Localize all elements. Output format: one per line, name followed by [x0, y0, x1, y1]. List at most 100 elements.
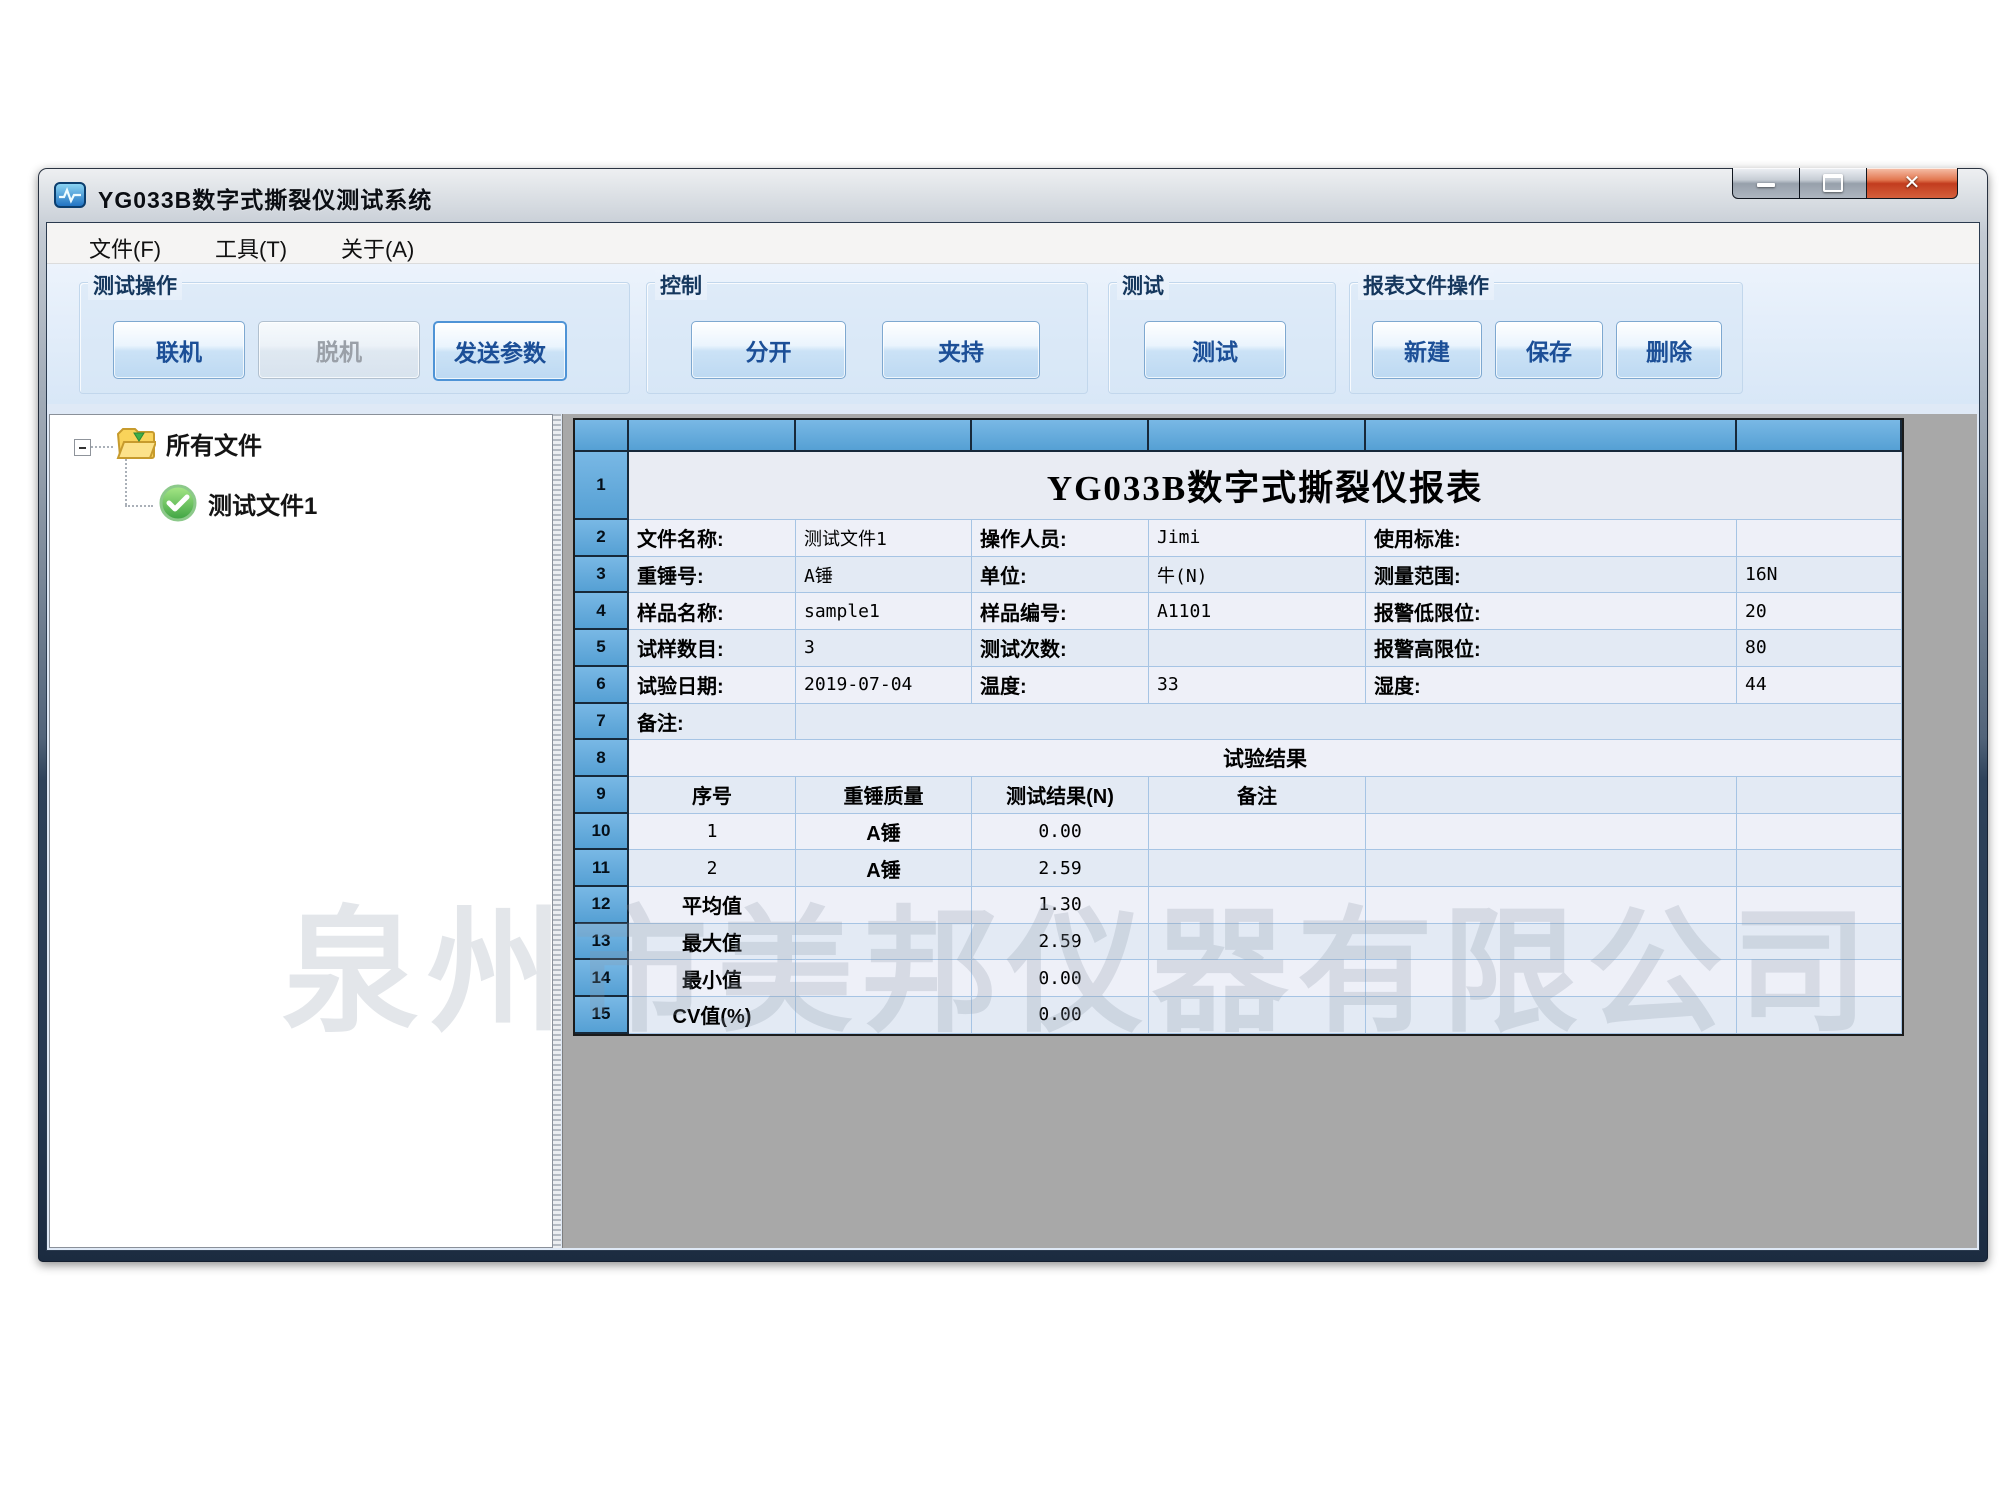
- result-empty-cell[interactable]: [1737, 814, 1902, 851]
- info-label-cell[interactable]: 操作人员:: [972, 520, 1149, 557]
- result-empty-cell[interactable]: [1366, 924, 1737, 961]
- result-cell[interactable]: 0.00: [972, 997, 1149, 1034]
- info-label-cell[interactable]: 报警低限位:: [1366, 593, 1737, 630]
- row-header-cell[interactable]: 15: [575, 997, 629, 1034]
- column-header-cell[interactable]: [1149, 420, 1366, 452]
- result-empty-cell[interactable]: [1366, 997, 1737, 1034]
- info-label-cell[interactable]: 样品名称:: [629, 593, 796, 630]
- menu-file[interactable]: 文件(F): [83, 230, 167, 266]
- result-empty-cell[interactable]: [1737, 887, 1902, 924]
- result-cell[interactable]: [796, 960, 972, 997]
- result-cell[interactable]: 平均值: [629, 887, 796, 924]
- minimize-button[interactable]: [1732, 168, 1800, 199]
- result-empty-cell[interactable]: [1737, 850, 1902, 887]
- row-header-cell[interactable]: 4: [575, 593, 629, 630]
- row-header-cell[interactable]: 14: [575, 960, 629, 997]
- result-cell[interactable]: [1149, 814, 1366, 851]
- row-header-cell[interactable]: 6: [575, 667, 629, 704]
- remark-label-cell[interactable]: 备注:: [629, 704, 796, 741]
- row-header-cell[interactable]: 11: [575, 850, 629, 887]
- row-header-cell[interactable]: 1: [575, 452, 629, 520]
- row-header-cell[interactable]: 10: [575, 814, 629, 851]
- tree-expander-icon[interactable]: [74, 439, 91, 456]
- info-value-cell[interactable]: 测试文件1: [796, 520, 972, 557]
- result-empty-cell[interactable]: [1366, 814, 1737, 851]
- row-header-cell[interactable]: 7: [575, 704, 629, 741]
- row-header-cell[interactable]: 8: [575, 740, 629, 777]
- result-column-header-cell[interactable]: 备注: [1149, 777, 1366, 814]
- info-label-cell[interactable]: 湿度:: [1366, 667, 1737, 704]
- result-cell[interactable]: [1149, 960, 1366, 997]
- info-value-cell[interactable]: 牛(N): [1149, 557, 1366, 594]
- info-value-cell[interactable]: A锤: [796, 557, 972, 594]
- result-empty-cell[interactable]: [1737, 777, 1902, 814]
- result-cell[interactable]: [796, 924, 972, 961]
- result-cell[interactable]: 最大值: [629, 924, 796, 961]
- row-header-cell[interactable]: 5: [575, 630, 629, 667]
- result-cell[interactable]: A锤: [796, 850, 972, 887]
- result-cell[interactable]: 1.30: [972, 887, 1149, 924]
- result-empty-cell[interactable]: [1737, 924, 1902, 961]
- info-label-cell[interactable]: 试样数目:: [629, 630, 796, 667]
- test-button[interactable]: 测试: [1144, 321, 1286, 379]
- menu-tools[interactable]: 工具(T): [209, 230, 293, 266]
- row-header-cell[interactable]: 2: [575, 520, 629, 557]
- result-cell[interactable]: [796, 887, 972, 924]
- info-label-cell[interactable]: 重锤号:: [629, 557, 796, 594]
- info-label-cell[interactable]: 文件名称:: [629, 520, 796, 557]
- info-value-cell[interactable]: 3: [796, 630, 972, 667]
- clamp-button[interactable]: 夹持: [882, 321, 1040, 379]
- info-label-cell[interactable]: 测试次数:: [972, 630, 1149, 667]
- info-value-cell[interactable]: 20: [1737, 593, 1902, 630]
- menu-about[interactable]: 关于(A): [335, 230, 420, 266]
- close-button[interactable]: ✕: [1867, 168, 1958, 199]
- result-column-header-cell[interactable]: 测试结果(N): [972, 777, 1149, 814]
- send-params-button[interactable]: 发送参数: [433, 321, 567, 381]
- row-header-cell[interactable]: 3: [575, 557, 629, 594]
- info-value-cell[interactable]: sample1: [796, 593, 972, 630]
- delete-button[interactable]: 删除: [1616, 321, 1722, 379]
- remark-value-cell[interactable]: [796, 704, 1902, 741]
- disconnect-button[interactable]: 脱机: [258, 321, 420, 379]
- row-header-cell[interactable]: 12: [575, 887, 629, 924]
- info-value-cell[interactable]: Jimi: [1149, 520, 1366, 557]
- info-value-cell[interactable]: [1737, 520, 1902, 557]
- title-bar[interactable]: YG033B数字式撕裂仪测试系统 ✕: [38, 168, 1988, 222]
- result-cell[interactable]: 最小值: [629, 960, 796, 997]
- info-label-cell[interactable]: 单位:: [972, 557, 1149, 594]
- result-empty-cell[interactable]: [1366, 887, 1737, 924]
- info-label-cell[interactable]: 报警高限位:: [1366, 630, 1737, 667]
- result-cell[interactable]: [1149, 997, 1366, 1034]
- tree-item-all-files[interactable]: 所有文件: [114, 425, 262, 461]
- corner-header-cell[interactable]: [575, 420, 629, 452]
- info-label-cell[interactable]: 温度:: [972, 667, 1149, 704]
- connect-button[interactable]: 联机: [113, 321, 245, 379]
- result-empty-cell[interactable]: [1737, 960, 1902, 997]
- report-title-cell[interactable]: YG033B数字式撕裂仪报表: [629, 452, 1902, 520]
- info-value-cell[interactable]: A1101: [1149, 593, 1366, 630]
- column-header-cell[interactable]: [1366, 420, 1737, 452]
- info-value-cell[interactable]: 80: [1737, 630, 1902, 667]
- result-cell[interactable]: [1149, 850, 1366, 887]
- column-header-cell[interactable]: [972, 420, 1149, 452]
- result-column-header-cell[interactable]: 序号: [629, 777, 796, 814]
- result-cell[interactable]: [796, 997, 972, 1034]
- new-button[interactable]: 新建: [1372, 321, 1482, 379]
- result-cell[interactable]: 0.00: [972, 814, 1149, 851]
- result-cell[interactable]: [1149, 924, 1366, 961]
- info-label-cell[interactable]: 使用标准:: [1366, 520, 1737, 557]
- result-cell[interactable]: 2.59: [972, 850, 1149, 887]
- info-value-cell[interactable]: 44: [1737, 667, 1902, 704]
- result-cell[interactable]: 2: [629, 850, 796, 887]
- tree-item-test-file-1[interactable]: 测试文件1: [158, 483, 317, 523]
- section-header-cell[interactable]: 试验结果: [629, 740, 1902, 777]
- panel-splitter[interactable]: [553, 414, 561, 1248]
- result-cell[interactable]: 2.59: [972, 924, 1149, 961]
- info-value-cell[interactable]: [1149, 630, 1366, 667]
- separate-button[interactable]: 分开: [691, 321, 846, 379]
- result-empty-cell[interactable]: [1366, 850, 1737, 887]
- info-value-cell[interactable]: 16N: [1737, 557, 1902, 594]
- result-cell[interactable]: CV值(%): [629, 997, 796, 1034]
- result-cell[interactable]: [1149, 887, 1366, 924]
- column-header-cell[interactable]: [629, 420, 796, 452]
